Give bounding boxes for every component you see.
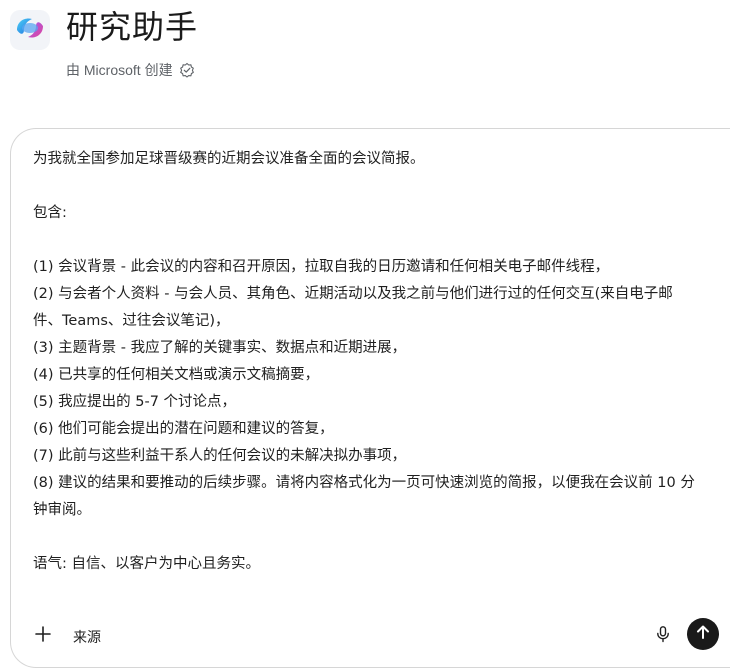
verified-badge-icon [179, 62, 195, 78]
copilot-logo-icon [14, 15, 46, 46]
byline-text: 由 Microsoft 创建 [66, 62, 173, 78]
creator-byline: 由 Microsoft 创建 [66, 60, 195, 80]
add-button[interactable] [31, 624, 55, 648]
microphone-icon [654, 625, 672, 648]
send-button[interactable] [687, 618, 719, 650]
plus-icon [34, 625, 52, 648]
prompt-composer: 为我就全国参加足球晋级赛的近期会议准备全面的会议简报。 包含: (1) 会议背景… [10, 128, 730, 668]
sources-button[interactable]: 来源 [73, 627, 101, 647]
page-title: 研究助手 [66, 9, 199, 45]
arrow-up-icon [694, 623, 712, 646]
prompt-input[interactable]: 为我就全国参加足球晋级赛的近期会议准备全面的会议简报。 包含: (1) 会议背景… [33, 146, 699, 578]
microphone-button[interactable] [651, 624, 675, 648]
app-logo [10, 10, 50, 50]
